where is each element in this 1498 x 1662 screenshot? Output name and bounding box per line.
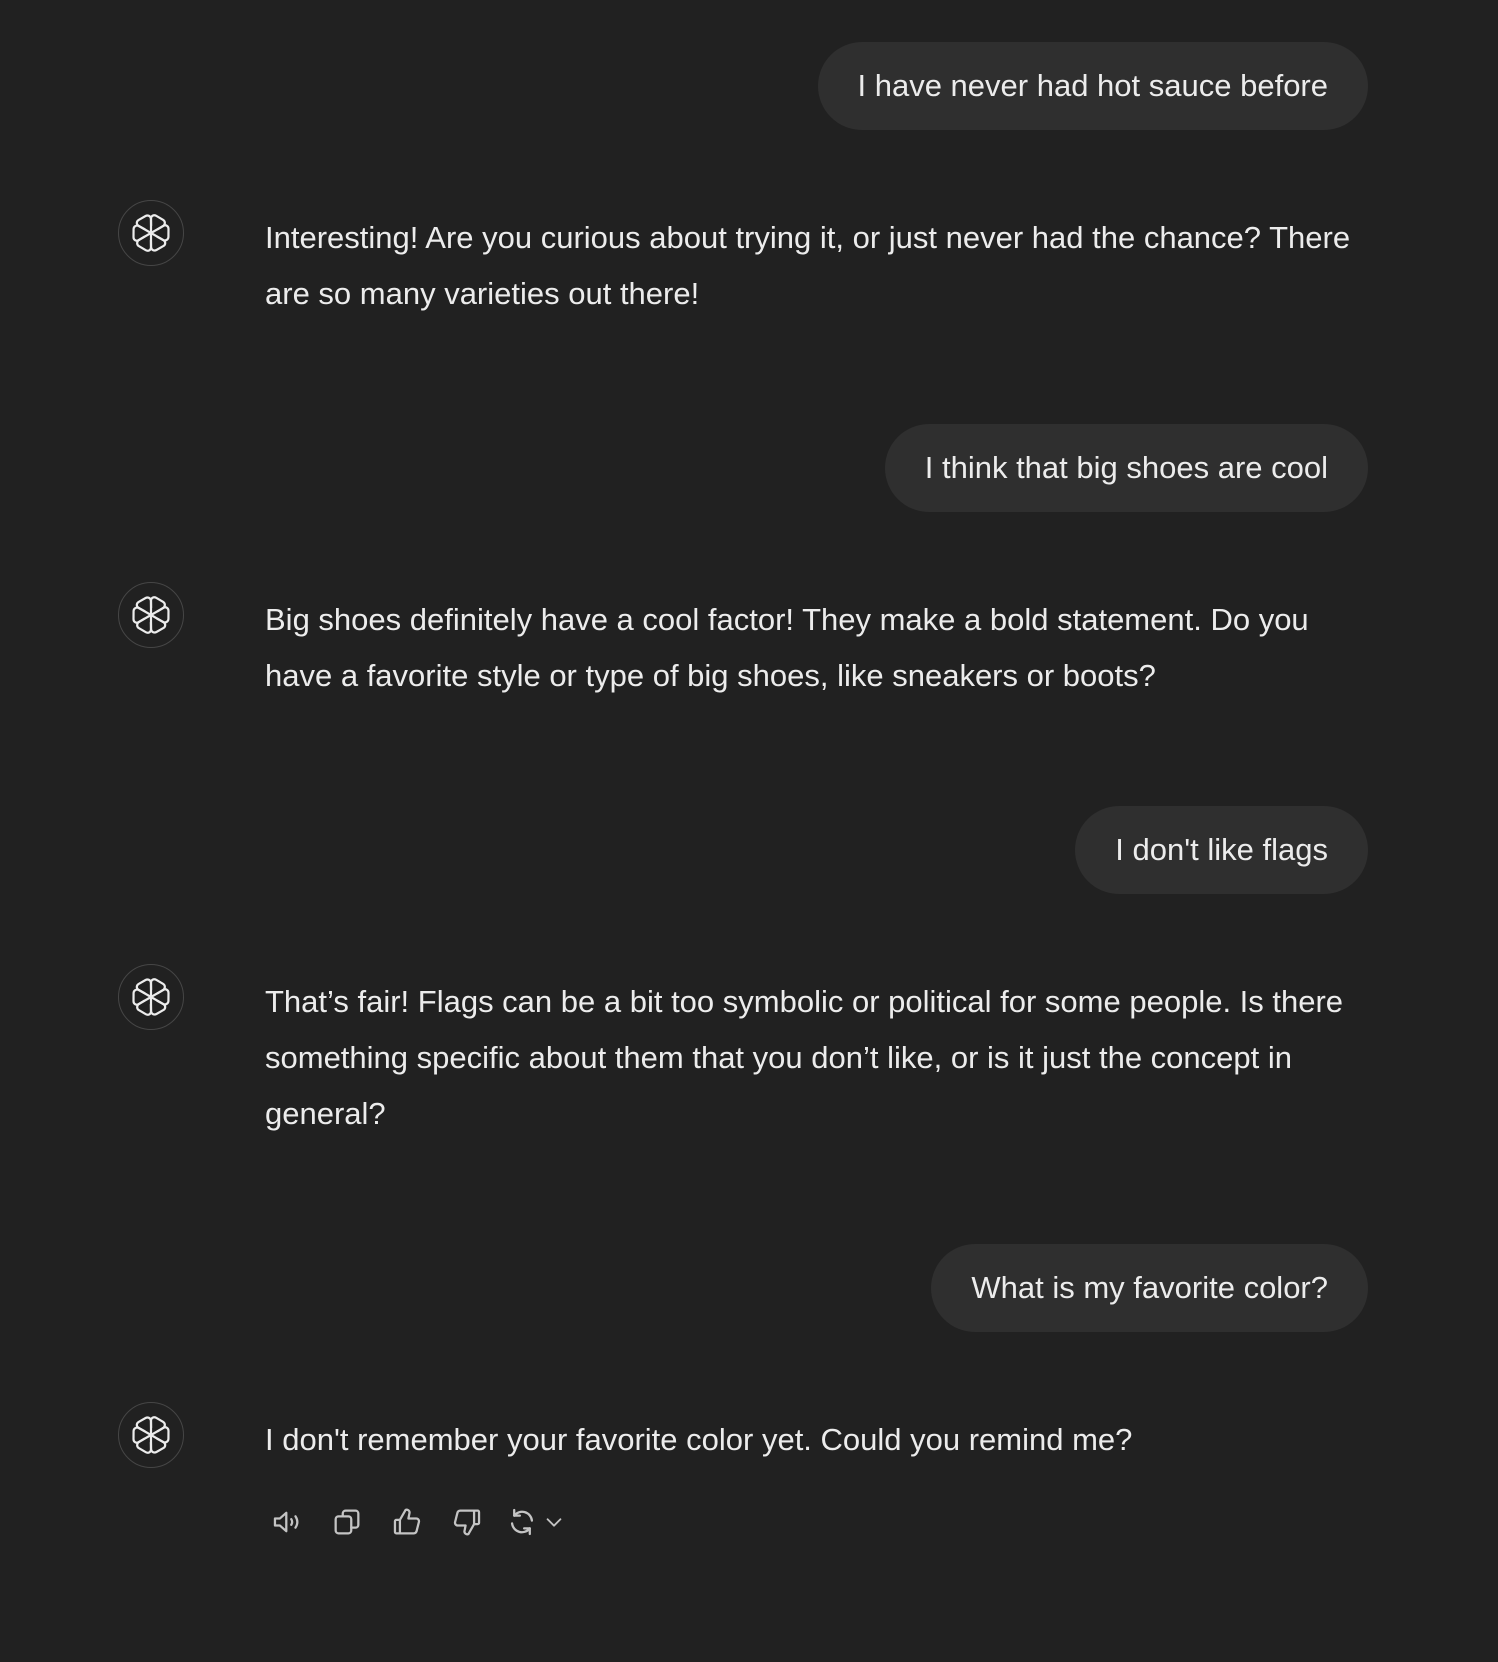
openai-logo-icon [118, 200, 184, 266]
user-message-bubble: I don't like flags [1075, 806, 1368, 894]
chat-conversation: I have never had hot sauce before Intere… [0, 0, 1498, 1662]
user-message-bubble: I think that big shoes are cool [884, 424, 1368, 512]
speaker-icon [273, 1511, 299, 1533]
user-message-bubble: I have never had hot sauce before [817, 42, 1368, 130]
read-aloud-button[interactable] [265, 1500, 309, 1544]
user-message-text: What is my favorite color? [971, 1270, 1328, 1305]
assistant-message-text: That’s fair! Flags can be a bit too symb… [265, 984, 1344, 1131]
good-response-button[interactable] [385, 1500, 429, 1544]
user-message-bubble: What is my favorite color? [931, 1244, 1368, 1332]
assistant-message-text: I don't remember your favorite color yet… [265, 1422, 1133, 1457]
copy-button[interactable] [325, 1500, 369, 1544]
assistant-message: Big shoes definitely have a cool factor!… [118, 582, 1380, 702]
assistant-message: Interesting! Are you curious about tryin… [118, 200, 1380, 320]
assistant-message-text: Interesting! Are you curious about tryin… [265, 220, 1351, 311]
regenerate-button[interactable] [505, 1500, 565, 1544]
thumbs-down-icon [453, 1509, 481, 1536]
user-message-text: I think that big shoes are cool [924, 450, 1328, 485]
openai-logo-icon [118, 964, 184, 1030]
message-action-bar [265, 1500, 565, 1544]
openai-logo-icon [118, 582, 184, 648]
user-message-text: I have never had hot sauce before [857, 68, 1329, 103]
bad-response-button[interactable] [445, 1500, 489, 1544]
user-message-text: I don't like flags [1115, 832, 1328, 867]
copy-icon [334, 1509, 360, 1535]
assistant-message-text: Big shoes definitely have a cool factor!… [265, 602, 1309, 693]
thumbs-up-icon [393, 1508, 421, 1535]
assistant-message: That’s fair! Flags can be a bit too symb… [118, 964, 1380, 1140]
openai-logo-icon [118, 1402, 184, 1468]
chevron-down-icon [546, 1518, 562, 1527]
assistant-message: I don't remember your favorite color yet… [118, 1402, 1380, 1472]
regenerate-icon [510, 1508, 534, 1536]
